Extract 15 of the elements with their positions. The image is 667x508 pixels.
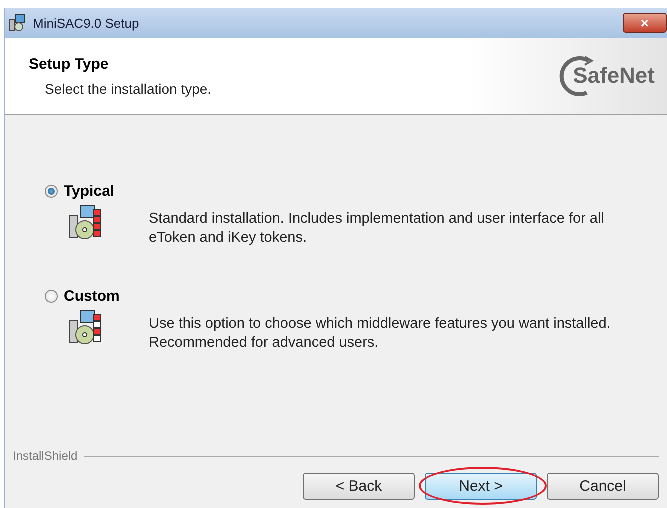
brand-label: InstallShield <box>13 449 78 463</box>
dialog-button[interactable]: < Back <box>303 473 415 500</box>
logo-text: SafeNet <box>573 63 655 89</box>
window-title: MiniSAC9.0 Setup <box>33 16 140 30</box>
option-description: Standard installation. Includes implementation and user interface for all eToken and iKey tokens. <box>149 210 606 248</box>
page-title: Setup Type <box>29 56 110 72</box>
setup-icon <box>9 14 27 32</box>
radio-option[interactable]: Typical <box>45 183 115 200</box>
radio-option[interactable]: Custom <box>45 288 120 305</box>
option-description: Use this option to choose which middleware features you want installed. Recommended for advanced users. <box>149 315 612 353</box>
page-subtitle: Select the installation type. <box>44 80 213 96</box>
radio-dot[interactable] <box>45 185 58 198</box>
radio-dot[interactable] <box>45 290 58 303</box>
dialog-button[interactable]: Next > <box>425 473 537 500</box>
dialog-button[interactable]: Cancel <box>547 473 659 500</box>
